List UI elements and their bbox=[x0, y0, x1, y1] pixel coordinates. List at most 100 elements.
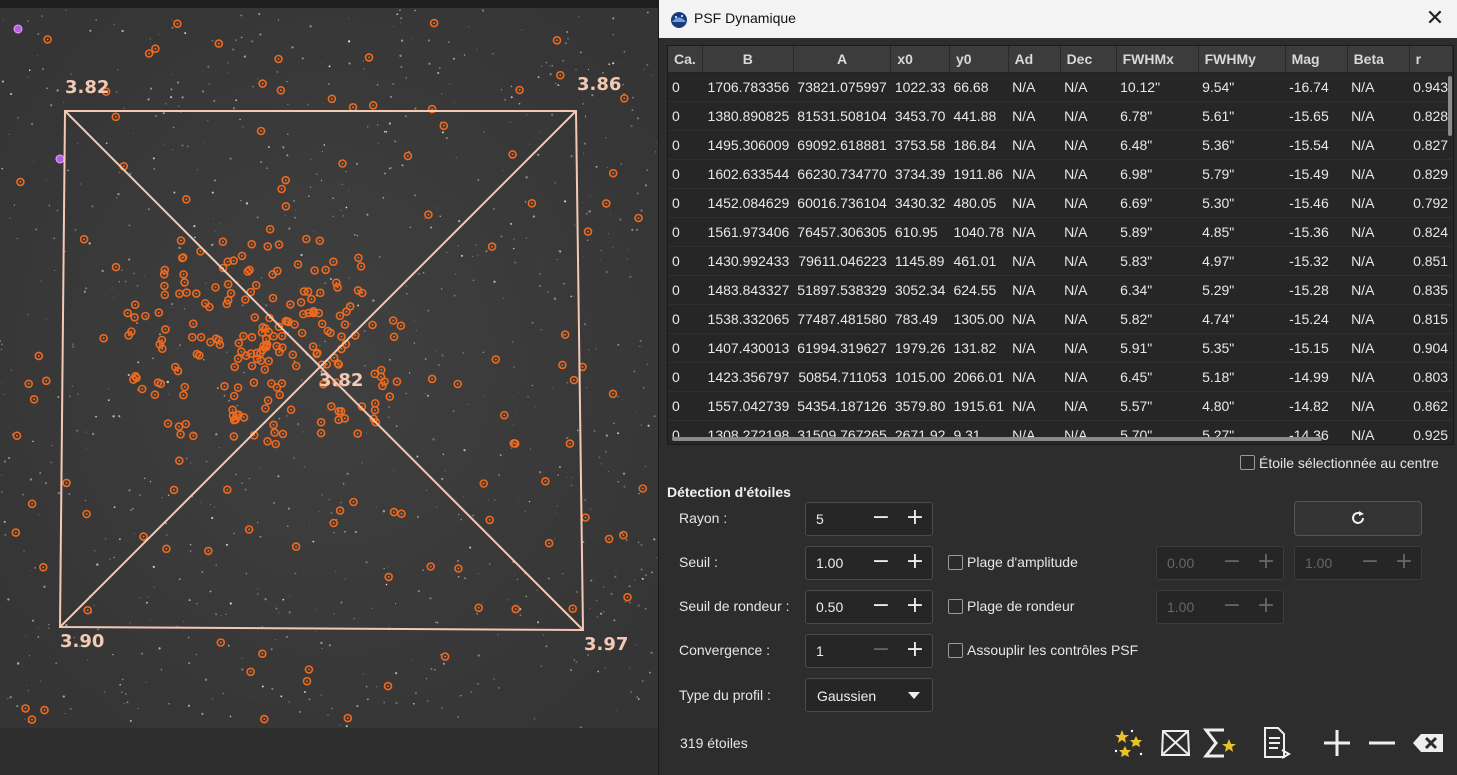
roundness-min-decrement-button[interactable]: − bbox=[1215, 591, 1249, 623]
clear-icon[interactable] bbox=[1409, 724, 1447, 762]
roundness-threshold-increment-button[interactable]: + bbox=[898, 591, 932, 623]
threshold-spinner[interactable]: 1.00 − + bbox=[805, 546, 933, 580]
radius-value[interactable]: 5 bbox=[816, 511, 824, 527]
aberration-inspector-icon[interactable] bbox=[1157, 724, 1195, 762]
table-header[interactable]: Ca. B Ax0 y0 Ad Dec FWHMx FWHMy Mag Beta r bbox=[668, 46, 1453, 73]
roundness-min-value[interactable]: 1.00 bbox=[1167, 599, 1194, 615]
amplitude-max-increment-button[interactable]: + bbox=[1387, 547, 1421, 579]
table-cell: 186.84 bbox=[949, 130, 1009, 160]
star-marker-dot bbox=[514, 608, 517, 611]
table-cell: 1015.00 bbox=[890, 362, 950, 392]
roundness-min-spinner[interactable]: 1.00 − + bbox=[1156, 590, 1284, 624]
center-selected-checkbox[interactable] bbox=[1240, 455, 1255, 470]
threshold-value[interactable]: 1.00 bbox=[816, 555, 843, 571]
convergence-decrement-button[interactable]: − bbox=[864, 635, 898, 667]
table-cell: 1483.843327 bbox=[702, 275, 794, 305]
radius-decrement-button[interactable]: − bbox=[864, 503, 898, 535]
roundness-range-checkbox[interactable] bbox=[948, 599, 963, 614]
close-button[interactable]: ✕ bbox=[1422, 6, 1448, 32]
table-row[interactable]: 0 1557.042739 54354.187126 3579.80 1915.61 N/… bbox=[668, 391, 1453, 421]
roundness-threshold-decrement-button[interactable]: − bbox=[864, 591, 898, 623]
roundness-min-increment-button[interactable]: + bbox=[1249, 591, 1283, 623]
convergence-increment-button[interactable]: + bbox=[898, 635, 932, 667]
radius-spinner[interactable]: 5 − + bbox=[805, 502, 933, 536]
column-header-1[interactable]: B bbox=[702, 46, 794, 73]
table-cell: -16.74 bbox=[1285, 72, 1348, 102]
add-icon[interactable] bbox=[1318, 724, 1356, 762]
column-header-6[interactable]: Dec bbox=[1060, 46, 1117, 73]
table-cell: 61994.319627 bbox=[793, 333, 891, 363]
image-view[interactable]: 3.82 3.86 3.82 3.90 3.97 bbox=[0, 0, 658, 728]
table-row[interactable]: 0 1407.430013 61994.319627 1979.26 131.82 N/A… bbox=[668, 333, 1453, 363]
stars-sparkle-icon[interactable] bbox=[1110, 724, 1148, 762]
table-cell: 1538.332065 bbox=[702, 304, 794, 334]
vertical-scrollbar[interactable] bbox=[1448, 76, 1452, 136]
star-marker-dot bbox=[387, 575, 390, 578]
star-marker-dot bbox=[605, 202, 608, 205]
table-row[interactable]: 0 1430.992433 79611.046223 1145.89 461.01 N/A… bbox=[668, 246, 1453, 276]
column-header-2[interactable]: A bbox=[793, 46, 892, 73]
amplitude-max-decrement-button[interactable]: − bbox=[1353, 547, 1387, 579]
amplitude-max-spinner[interactable]: 1.00 − + bbox=[1294, 546, 1422, 580]
star-marker-dot bbox=[163, 293, 166, 296]
profile-type-dropdown[interactable]: Gaussien bbox=[805, 678, 933, 712]
column-header-9[interactable]: Mag bbox=[1285, 46, 1348, 73]
roundness-threshold-value[interactable]: 0.50 bbox=[816, 599, 843, 615]
table-row[interactable]: 0 1706.783356 73821.075997 1022.33 66.68 N/A N… bbox=[668, 72, 1453, 102]
table-body[interactable]: 0 1706.783356 73821.075997 1022.33 66.68 N/A N… bbox=[668, 72, 1453, 444]
saturated-star-marker[interactable] bbox=[13, 24, 23, 34]
amplitude-min-value[interactable]: 0.00 bbox=[1167, 555, 1194, 571]
column-header-8[interactable]: FWHMy bbox=[1198, 46, 1286, 73]
column-header-7[interactable]: FWHMx bbox=[1116, 46, 1199, 73]
star-marker-dot bbox=[400, 512, 403, 515]
roundness-threshold-spinner[interactable]: 0.50 − + bbox=[805, 590, 933, 624]
column-header-3[interactable]: x0 bbox=[890, 46, 950, 73]
amplitude-range-checkbox[interactable] bbox=[948, 555, 963, 570]
convergence-spinner[interactable]: 1 − + bbox=[805, 634, 933, 668]
threshold-decrement-button[interactable]: − bbox=[864, 547, 898, 579]
relax-psf-label: Assouplir les contrôles PSF bbox=[967, 642, 1139, 658]
column-header-10[interactable]: Beta bbox=[1347, 46, 1410, 73]
column-header-4[interactable]: y0 bbox=[949, 46, 1009, 73]
relax-psf-checkbox[interactable] bbox=[948, 643, 963, 658]
sum-stars-icon[interactable] bbox=[1199, 724, 1237, 762]
star-marker-dot bbox=[269, 228, 272, 231]
saturated-star-marker[interactable] bbox=[55, 154, 65, 164]
table-row[interactable]: 0 1561.973406 76457.306305 610.95 1040.78 N/A… bbox=[668, 217, 1453, 247]
table-cell: -15.36 bbox=[1285, 217, 1348, 247]
star-marker-dot bbox=[148, 52, 151, 55]
horizontal-scrollbar[interactable] bbox=[672, 437, 1322, 441]
table-row[interactable]: 0 1602.633544 66230.734770 3734.39 1911.86 N/… bbox=[668, 159, 1453, 189]
amplitude-min-decrement-button[interactable]: − bbox=[1215, 547, 1249, 579]
threshold-increment-button[interactable]: + bbox=[898, 547, 932, 579]
amplitude-min-spinner[interactable]: 0.00 − + bbox=[1156, 546, 1284, 580]
table-cell: 1423.356797 bbox=[702, 362, 794, 392]
table-cell: 6.98" bbox=[1116, 159, 1199, 189]
amplitude-max-value[interactable]: 1.00 bbox=[1305, 555, 1332, 571]
refresh-button[interactable] bbox=[1294, 501, 1422, 536]
table-row[interactable]: 0 1308.272198 31509.767265 2671.92 9.31 N/A N/… bbox=[668, 420, 1453, 444]
table-row[interactable]: 0 1452.084629 60016.736104 3430.32 480.05 N/A… bbox=[668, 188, 1453, 218]
column-header-0[interactable]: Ca. bbox=[668, 46, 703, 73]
table-row[interactable]: 0 1380.890825 81531.508104 3453.70 441.88 N/A… bbox=[668, 101, 1453, 131]
table-row[interactable]: 0 1423.356797 50854.711053 1015.00 2066.01 N/… bbox=[668, 362, 1453, 392]
psf-table[interactable]: Ca. B Ax0 y0 Ad Dec FWHMx FWHMy Mag Beta r 0 1706.7… bbox=[667, 45, 1454, 445]
star-marker-dot bbox=[349, 305, 352, 308]
star-marker-dot bbox=[281, 346, 284, 349]
table-row[interactable]: 0 1495.306009 69092.618881 3753.58 186.84 N/A… bbox=[668, 130, 1453, 160]
table-cell: 6.78" bbox=[1116, 101, 1199, 131]
quality-label-bottom-right: 3.97 bbox=[584, 634, 628, 655]
table-row[interactable]: 0 1483.843327 51897.538329 3052.34 624.55 N/A… bbox=[668, 275, 1453, 305]
amplitude-min-increment-button[interactable]: + bbox=[1249, 547, 1283, 579]
remove-icon[interactable] bbox=[1363, 724, 1401, 762]
table-cell: 480.05 bbox=[949, 188, 1009, 218]
export-document-icon[interactable] bbox=[1256, 724, 1294, 762]
star-marker-dot bbox=[383, 380, 386, 383]
table-row[interactable]: 0 1538.332065 77487.481580 783.49 1305.00 N/A… bbox=[668, 304, 1453, 334]
radius-increment-button[interactable]: + bbox=[898, 503, 932, 535]
title-bar[interactable]: PSF Dynamique ✕ bbox=[659, 0, 1457, 38]
column-header-5[interactable]: Ad bbox=[1008, 46, 1061, 73]
column-header-11[interactable]: r bbox=[1409, 46, 1453, 73]
convergence-value[interactable]: 1 bbox=[816, 643, 824, 659]
star-field[interactable]: 3.82 3.86 3.82 3.90 3.97 bbox=[0, 0, 658, 728]
